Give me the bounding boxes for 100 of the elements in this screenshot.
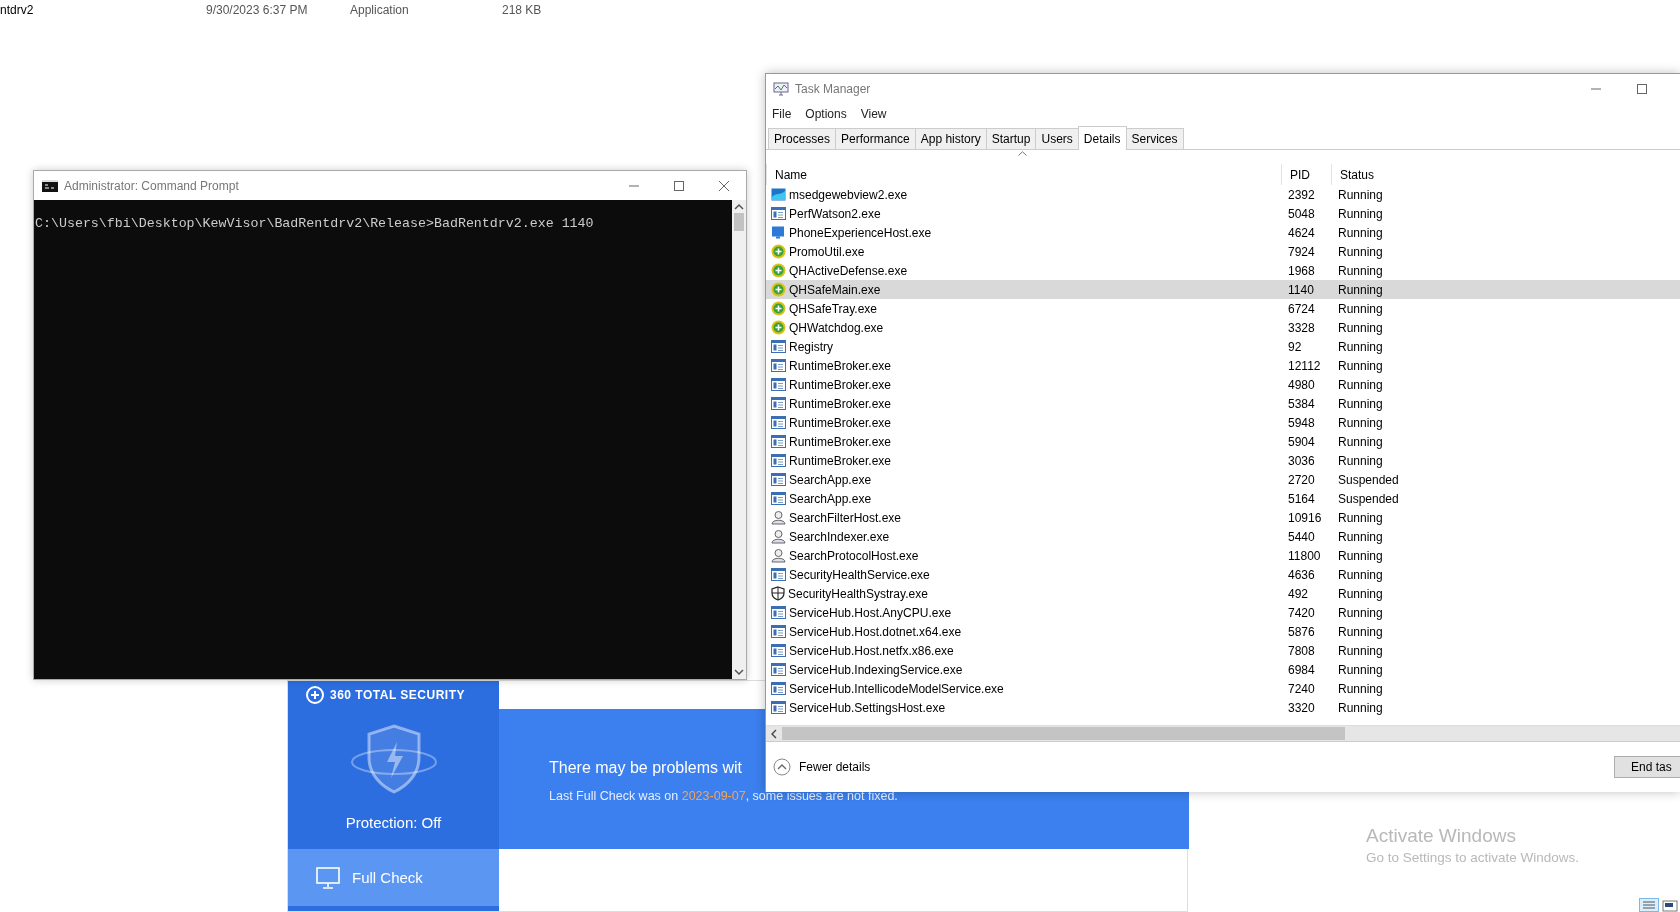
fewer-details-link[interactable]: Fewer details [799, 760, 871, 774]
process-row[interactable]: QHActiveDefense.exe 1968 Running [766, 261, 1680, 280]
pid-cell-text: 1140 [1287, 282, 1315, 297]
sort-caret-icon[interactable] [1018, 151, 1027, 156]
pid-cell-text: 2720 [1287, 472, 1316, 487]
menu-item[interactable]: View [860, 107, 887, 121]
maximize-icon[interactable] [1636, 82, 1648, 95]
process-row[interactable]: SearchFilterHost.exe 10916 Running [766, 508, 1680, 527]
window-icon [771, 207, 786, 220]
monitor-icon [771, 226, 786, 239]
process-row[interactable]: QHWatchdog.exe 3328 Running [766, 318, 1680, 337]
process-name: ServiceHub.Host.netfx.x86.exe [789, 643, 954, 658]
process-row[interactable]: ServiceHub.IndexingService.exe 6984 Running [766, 660, 1680, 679]
process-row[interactable]: QHSafeTray.exe 6724 Running [766, 299, 1680, 318]
status-cell-text: Running [1337, 415, 1384, 430]
tab[interactable]: Users [1035, 128, 1079, 149]
window-icon [771, 473, 786, 486]
pid-cell-text: 92 [1287, 339, 1303, 354]
window-icon [771, 701, 786, 714]
protection-status: Protection: Off [345, 814, 442, 831]
process-row[interactable]: SearchApp.exe 2720 Suspended [766, 470, 1680, 489]
process-row[interactable]: msedgewebview2.exe 2392 Running [766, 185, 1680, 204]
end-task-button[interactable]: End tas [1614, 756, 1680, 778]
file-name[interactable]: ntdrv2 [0, 3, 206, 17]
activation-subtitle: Go to Settings to activate Windows. [1366, 850, 1580, 865]
column-header[interactable]: PID [1281, 164, 1331, 185]
pid-cell-text: 5948 [1287, 415, 1316, 430]
plus-circle-icon [771, 282, 786, 297]
last-check-text: Last Full Check was on 2023-09-07, some issues are not fixed. [549, 789, 898, 803]
status-cell-text: Running [1337, 396, 1384, 411]
scrollbar-thumb[interactable] [734, 213, 744, 231]
process-row[interactable]: ServiceHub.SettingsHost.exe 3320 Running [766, 698, 1680, 717]
plus-circle-icon [306, 686, 324, 704]
pid-cell-text: 7924 [1287, 244, 1316, 259]
status-cell-text: Running [1337, 263, 1384, 278]
pid-cell-text: 3036 [1287, 453, 1316, 468]
tab[interactable]: Processes [768, 128, 837, 149]
tab[interactable]: Services [1125, 128, 1184, 149]
pid-cell-text: 10916 [1287, 510, 1323, 525]
process-row[interactable]: SecurityHealthService.exe 4636 Running [766, 565, 1680, 584]
window-icon [771, 682, 786, 695]
pid-cell-text: 6984 [1287, 662, 1316, 677]
process-row[interactable]: SearchIndexer.exe 5440 Running [766, 527, 1680, 546]
scroll-up-icon[interactable] [734, 203, 744, 211]
pid-cell-text: 5164 [1287, 491, 1316, 506]
pid-cell-text: 5440 [1287, 529, 1316, 544]
process-row[interactable]: QHSafeMain.exe 1140 Running [766, 280, 1680, 299]
console-line: C:\Users\fbi\Desktop\KewVisor\BadRentdrv2\Release>BadRentdrv2.exe 1140 [35, 216, 595, 232]
tab[interactable]: App history [914, 128, 987, 149]
status-cell-text: Running [1337, 700, 1384, 715]
preview-view-icon[interactable] [1662, 898, 1678, 912]
column-header[interactable]: Status [1331, 164, 1680, 185]
process-name: Registry [789, 339, 833, 354]
pid-cell-text: 2392 [1287, 187, 1316, 202]
plus-circle-icon [771, 244, 786, 259]
status-cell-text: Running [1337, 510, 1384, 525]
brand-name: 360 TOTAL SECURITY [330, 688, 466, 702]
process-name: ServiceHub.IntellicodeModelService.exe [789, 681, 1004, 696]
process-name: RuntimeBroker.exe [789, 434, 892, 449]
pid-cell-text: 7808 [1287, 643, 1316, 658]
process-row[interactable]: RuntimeBroker.exe 5948 Running [766, 413, 1680, 432]
process-row[interactable]: Registry 92 Running [766, 337, 1680, 356]
collapse-icon[interactable] [773, 758, 791, 776]
status-cell-text: Running [1337, 358, 1384, 373]
tab[interactable]: Details [1077, 126, 1127, 150]
process-name: SecurityHealthSystray.exe [788, 586, 928, 601]
process-row[interactable]: ServiceHub.Host.netfx.x86.exe 7808 Running [766, 641, 1680, 660]
pid-cell-text: 5904 [1287, 434, 1316, 449]
process-row[interactable]: PhoneExperienceHost.exe 4624 Running [766, 223, 1680, 242]
close-icon[interactable] [718, 179, 730, 192]
process-row[interactable]: RuntimeBroker.exe 5904 Running [766, 432, 1680, 451]
process-row[interactable]: SearchApp.exe 5164 Suspended [766, 489, 1680, 508]
tab[interactable]: Performance [835, 128, 916, 149]
process-row[interactable]: RuntimeBroker.exe 4980 Running [766, 375, 1680, 394]
scrollbar-thumb[interactable] [782, 727, 1345, 740]
process-row[interactable]: PromoUtil.exe 7924 Running [766, 242, 1680, 261]
menu-item[interactable]: Options [805, 107, 847, 121]
status-cell-text: Running [1337, 187, 1384, 202]
process-name: ServiceHub.Host.AnyCPU.exe [789, 605, 952, 620]
process-row[interactable]: RuntimeBroker.exe 12112 Running [766, 356, 1680, 375]
process-name: msedgewebview2.exe [789, 187, 908, 202]
maximize-icon[interactable] [673, 179, 685, 192]
pid-cell-text: 12112 [1287, 358, 1322, 373]
menu-item[interactable]: File [772, 107, 792, 121]
tab[interactable]: Startup [985, 128, 1037, 149]
process-row[interactable]: PerfWatson2.exe 5048 Running [766, 204, 1680, 223]
process-row[interactable]: RuntimeBroker.exe 5384 Running [766, 394, 1680, 413]
process-row[interactable]: SearchProtocolHost.exe 11800 Running [766, 546, 1680, 565]
process-row[interactable]: ServiceHub.Host.dotnet.x64.exe 5876 Running [766, 622, 1680, 641]
process-row[interactable]: SecurityHealthSystray.exe 492 Running [766, 584, 1680, 603]
process-name: PhoneExperienceHost.exe [789, 225, 932, 240]
scroll-down-icon[interactable] [734, 668, 744, 676]
process-row[interactable]: ServiceHub.IntellicodeModelService.exe 7240 Running [766, 679, 1680, 698]
scroll-left-icon[interactable] [769, 728, 779, 739]
column-header[interactable]: Name [766, 164, 1281, 185]
process-row[interactable]: ServiceHub.Host.AnyCPU.exe 7420 Running [766, 603, 1680, 622]
process-row[interactable]: RuntimeBroker.exe 3036 Running [766, 451, 1680, 470]
window-icon [771, 625, 786, 638]
window-icon [771, 359, 786, 372]
pid-cell-text: 492 [1287, 586, 1310, 601]
